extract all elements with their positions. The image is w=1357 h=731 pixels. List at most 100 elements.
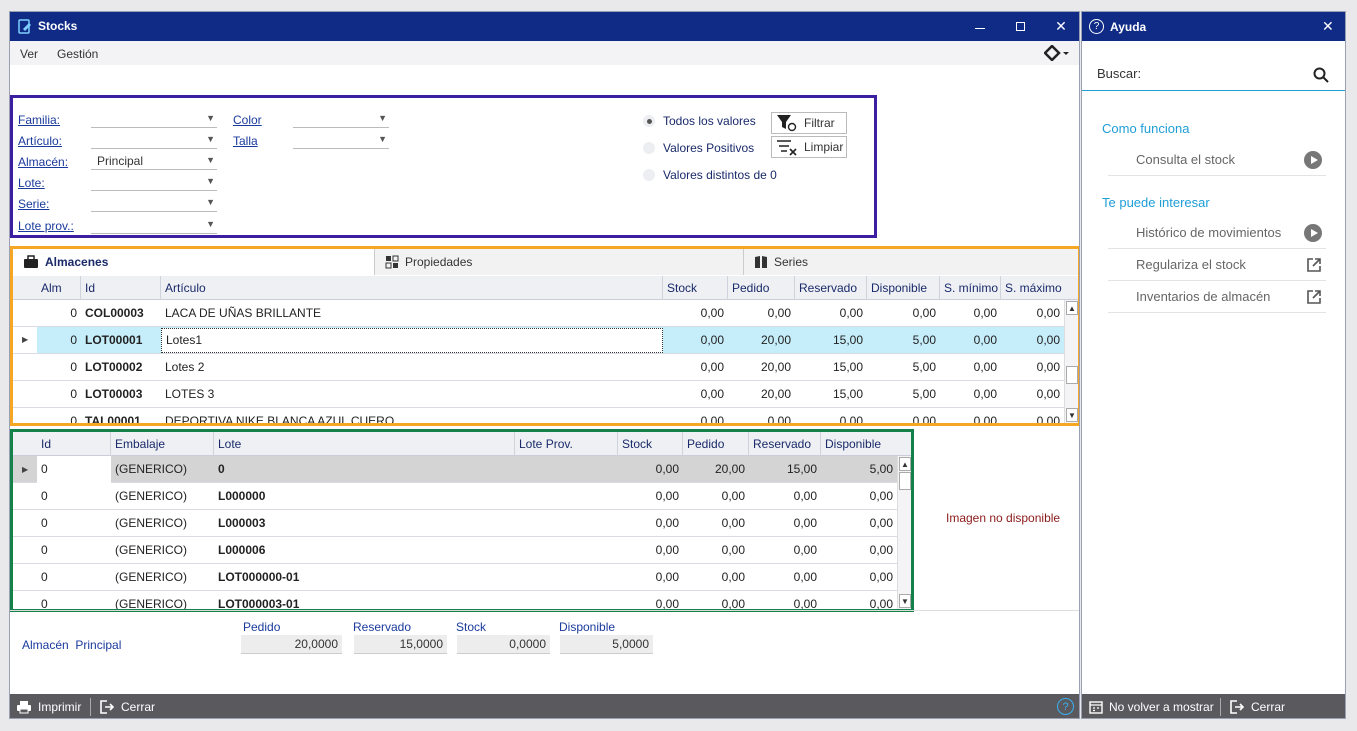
lote-combo[interactable]: ▼ [91,175,217,191]
cell-embalaje: (GENERICO) [115,543,187,557]
help-link-consulta-stock[interactable]: Consulta el stock [1108,144,1326,176]
dont-show-again-button[interactable]: No volver a mostrar [1089,694,1214,718]
table-row[interactable]: 0 (GENERICO) L000000 0,00 0,00 0,00 0,00 [13,483,897,510]
table-row[interactable]: 0 (GENERICO) L000006 0,00 0,00 0,00 0,00 [13,537,897,564]
table-row-selected[interactable]: ▶ 0 (GENERICO) 0 0,00 20,00 15,00 5,00 [13,456,897,483]
print-button[interactable]: Imprimir [16,694,81,718]
color-label[interactable]: Color [233,113,262,127]
cell-lot-pedido: 0,00 [721,516,745,530]
help-link-historico[interactable]: Histórico de movimientos [1108,217,1326,249]
close-icon[interactable]: ✕ [1322,18,1334,35]
col-s-maximo[interactable]: S. máximo [1001,276,1064,300]
cell-alm: 0 [70,387,77,401]
filter-button[interactable]: Filtrar [771,112,847,134]
cell-stock: 0,00 [700,360,724,374]
help-icon[interactable]: ? [1057,698,1074,715]
tab-propiedades[interactable]: Propiedades [375,249,744,275]
cell-lot-id: 0 [41,489,48,503]
table-row[interactable]: 0 LOT00003 LOTES 3 0,00 20,00 15,00 5,00… [13,381,1064,408]
radio-todos[interactable]: Todos los valores [643,114,756,128]
lote-prov-combo[interactable]: ▼ [91,218,217,234]
serie-combo[interactable]: ▼ [91,196,217,212]
col-lote-prov[interactable]: Lote Prov. [515,432,618,456]
col-reservado[interactable]: Reservado [795,276,867,300]
menu-gestion[interactable]: Gestión [57,47,98,61]
menu-ver[interactable]: Ver [20,47,38,61]
cell-lote: L000006 [218,543,266,557]
col-s-minimo[interactable]: S. mínimo [940,276,1001,300]
scroll-up-icon[interactable]: ▲ [1066,301,1078,315]
cell-lote: L000000 [218,489,266,503]
close-button[interactable]: Cerrar [99,694,155,718]
radio-positivos[interactable]: Valores Positivos [643,141,754,155]
lots-grid-body: ▶ 0 (GENERICO) 0 0,00 20,00 15,00 5,00 0… [13,456,897,609]
cell-lot-id[interactable]: 0 [37,456,111,483]
tab-series[interactable]: Series [744,249,1078,275]
articulo-combo[interactable]: ▼ [91,133,217,149]
tab-almacenes[interactable]: Almacenes [13,249,375,275]
col-lot-reservado[interactable]: Reservado [749,432,821,456]
lote-prov-label[interactable]: Lote prov.: [18,219,74,233]
search-icon[interactable] [1313,67,1329,83]
talla-label[interactable]: Talla [233,134,258,148]
lots-grid-scrollbar[interactable]: ▲ ▼ [897,456,911,609]
totals-disponible-label: Disponible [559,620,616,634]
table-row[interactable]: 0 COL00003 LACA DE UÑAS BRILLANTE 0,00 0… [13,300,1064,327]
scroll-down-icon[interactable]: ▼ [899,594,911,608]
options-icon[interactable] [1044,45,1070,61]
cell-lot-pedido: 20,00 [714,462,745,476]
table-row[interactable]: 0 (GENERICO) LOT000000-01 0,00 0,00 0,00… [13,564,897,591]
briefcase-icon [24,255,38,268]
serie-label[interactable]: Serie: [18,197,49,211]
col-pedido[interactable]: Pedido [728,276,795,300]
cell-lote-prov [515,483,618,510]
cell-lot-stock: 0,00 [655,462,679,476]
cell-s-minimo: 0,00 [973,414,997,423]
familia-combo[interactable]: ▼ [91,112,217,128]
talla-combo[interactable]: ▼ [293,133,389,149]
col-disponible[interactable]: Disponible [867,276,940,300]
scroll-thumb[interactable] [899,472,911,490]
color-combo[interactable]: ▼ [293,112,389,128]
warehouses-panel: Almacenes Propiedades Series Alm Id Artí… [10,246,1079,426]
col-articulo[interactable]: Artículo [161,276,663,300]
close-icon[interactable]: ✕ [1041,12,1079,41]
clear-button[interactable]: Limpiar [771,136,847,158]
table-row[interactable]: 0 (GENERICO) LOT000003-01 0,00 0,00 0,00… [13,591,897,609]
lote-label[interactable]: Lote: [18,176,45,190]
col-lot-pedido[interactable]: Pedido [683,432,749,456]
minimize-button[interactable] [960,12,1000,41]
col-embalaje[interactable]: Embalaje [111,432,214,456]
help-close-button[interactable]: Cerrar [1229,694,1285,718]
filter-icon [777,115,797,132]
scroll-up-icon[interactable]: ▲ [899,457,911,471]
table-row[interactable]: 0 (GENERICO) L000003 0,00 0,00 0,00 0,00 [13,510,897,537]
scroll-thumb[interactable] [1066,366,1078,384]
col-lot-stock[interactable]: Stock [618,432,683,456]
table-row[interactable]: 0 LOT00002 Lotes 2 0,00 20,00 15,00 5,00… [13,354,1064,381]
cell-stock: 0,00 [700,387,724,401]
table-row[interactable]: 0 TAL00001 DEPORTIVA NIKE BLANCA AZUL CU… [13,408,1064,423]
col-alm[interactable]: Alm [37,276,81,300]
col-lote[interactable]: Lote [214,432,515,456]
maximize-button[interactable] [1000,12,1040,41]
cell-articulo[interactable]: Lotes1 [161,328,663,353]
stock-grid-scrollbar[interactable]: ▲ ▼ [1064,300,1078,423]
almacen-combo[interactable]: Principal ▼ [91,154,217,170]
almacen-label[interactable]: Almacén: [18,155,68,169]
table-row-selected[interactable]: ▶ 0 LOT00001 Lotes1 0,00 20,00 15,00 5,0… [13,327,1064,354]
cell-lot-stock: 0,00 [655,597,679,609]
cell-lote: LOT000003-01 [218,597,300,609]
col-lot-disponible[interactable]: Disponible [821,432,897,456]
col-id[interactable]: Id [81,276,161,300]
articulo-label[interactable]: Artículo: [18,134,62,148]
col-lot-id[interactable]: Id [37,432,111,456]
exit-icon [1230,700,1245,714]
col-stock[interactable]: Stock [663,276,728,300]
radio-distintos[interactable]: Valores distintos de 0 [643,168,777,182]
help-link-inventarios[interactable]: Inventarios de almacén [1108,281,1326,313]
scroll-down-icon[interactable]: ▼ [1066,408,1078,422]
familia-label[interactable]: Familia: [18,113,60,127]
help-link-regulariza[interactable]: Regulariza el stock [1108,249,1326,281]
cell-lot-disponible: 0,00 [869,516,893,530]
